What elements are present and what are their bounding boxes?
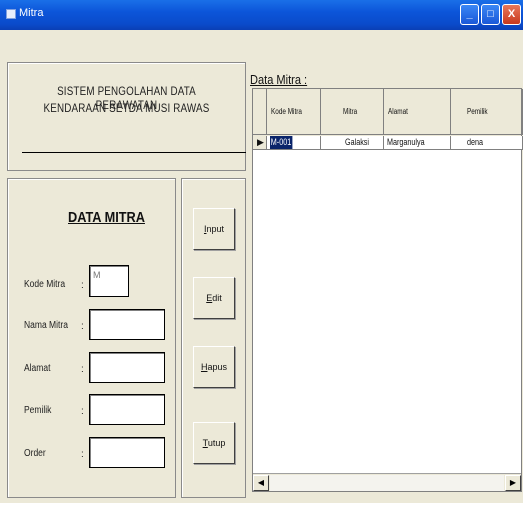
colon: : xyxy=(81,449,84,460)
close-button[interactable]: X xyxy=(502,4,521,25)
grid-empty-area xyxy=(253,150,521,474)
nama-mitra-input[interactable] xyxy=(89,309,165,340)
grid-header: Kode Mitra Mitra Alamat Pemilik xyxy=(253,89,523,136)
mitra-window: Mitra _ □ X SISTEM PENGOLAHAN DATA PERAW… xyxy=(0,0,523,503)
edit-button[interactable]: Edit xyxy=(193,277,235,319)
pemilik-input[interactable] xyxy=(89,394,165,425)
scroll-right-icon[interactable]: ▶ xyxy=(505,475,521,491)
cell-alamat[interactable]: Marganulya xyxy=(384,136,451,150)
tutup-button[interactable]: Tutup xyxy=(193,422,235,464)
table-row[interactable]: ▶ M-001 Galaksi Marganulya dena xyxy=(253,136,523,150)
order-input[interactable] xyxy=(89,437,165,468)
data-mitra-label: Data Mitra : xyxy=(250,72,308,87)
minimize-button[interactable]: _ xyxy=(460,4,479,25)
kode-mitra-input[interactable]: M xyxy=(89,265,129,297)
colon: : xyxy=(81,406,84,417)
row-selector-icon[interactable]: ▶ xyxy=(253,136,267,150)
hapus-button[interactable]: Hapus xyxy=(193,346,235,388)
input-button[interactable]: Input xyxy=(193,208,235,250)
header-divider xyxy=(22,152,246,153)
cell-kode-mitra[interactable]: M-001 xyxy=(267,136,321,150)
colon: : xyxy=(81,321,84,332)
kode-mitra-label: Kode Mitra xyxy=(24,279,66,290)
cell-mitra[interactable]: Galaksi xyxy=(321,136,384,150)
header-selector xyxy=(253,89,267,135)
maximize-button[interactable]: □ xyxy=(481,4,500,25)
column-header-kode-mitra[interactable]: Kode Mitra xyxy=(267,89,321,135)
window-title: Mitra xyxy=(19,7,44,19)
alamat-input[interactable] xyxy=(89,352,165,383)
column-header-alamat[interactable]: Alamat xyxy=(384,89,451,135)
nama-mitra-label: Nama Mitra xyxy=(24,320,68,331)
order-label: Order xyxy=(24,448,46,459)
system-title-line2: KENDARAAN SETDA MUSI RAWAS xyxy=(43,101,210,115)
colon: : xyxy=(81,364,84,375)
column-header-mitra[interactable]: Mitra xyxy=(321,89,384,135)
scroll-track[interactable] xyxy=(270,475,504,491)
header-panel: SISTEM PENGOLAHAN DATA PERAWATAN KENDARA… xyxy=(7,62,246,171)
pemilik-label: Pemilik xyxy=(24,405,52,416)
alamat-label: Alamat xyxy=(24,363,51,374)
column-header-pemilik[interactable]: Pemilik xyxy=(451,89,523,135)
scroll-left-icon[interactable]: ◀ xyxy=(253,475,269,491)
horizontal-scrollbar[interactable]: ◀ ▶ xyxy=(253,473,521,491)
data-grid[interactable]: Kode Mitra Mitra Alamat Pemilik ▶ M-001 … xyxy=(252,88,523,492)
colon: : xyxy=(81,280,84,291)
window-icon xyxy=(6,9,16,19)
cell-pemilik[interactable]: dena xyxy=(451,136,523,150)
kode-mitra-value: M xyxy=(93,270,101,280)
form-heading: DATA MITRA xyxy=(68,209,145,226)
title-bar[interactable]: Mitra _ □ X xyxy=(0,0,523,30)
